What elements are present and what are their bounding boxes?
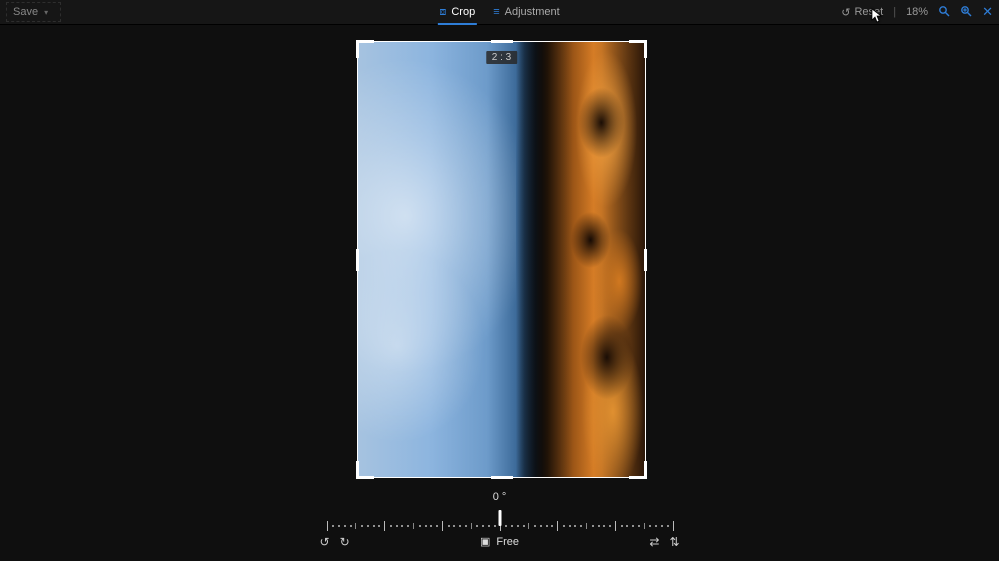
crop-frame[interactable]: 2 : 3	[357, 41, 646, 478]
aspect-ratio-icon: ▣	[480, 535, 490, 548]
save-label: Save	[13, 6, 38, 18]
photo-content-overlay	[536, 42, 645, 477]
tab-adjustment-label: Adjustment	[505, 6, 560, 18]
flip-vertical-button[interactable]: ⇅	[669, 535, 679, 549]
ruler-handle[interactable]	[498, 510, 501, 526]
crop-handle-right[interactable]	[644, 249, 647, 271]
chevron-down-icon: ▾	[44, 8, 48, 17]
reset-label: Reset	[854, 6, 883, 18]
photo-preview[interactable]	[357, 41, 646, 478]
flip-horizontal-button[interactable]: ⇄	[649, 535, 659, 549]
aspect-ratio-label: Free	[496, 536, 519, 548]
bottom-panel: 0 ° ↺ ↻ ▣ Free ⇄ ⇅	[0, 491, 999, 561]
crop-handle-bottom-left[interactable]	[356, 461, 359, 479]
save-button[interactable]: Save ▾	[6, 2, 61, 22]
tab-adjustment[interactable]: ≡ Adjustment	[493, 0, 559, 24]
crop-handle-left[interactable]	[356, 249, 359, 271]
editor-mode-tabs: ⧈ Crop ≡ Adjustment	[439, 0, 559, 24]
tab-crop-label: Crop	[451, 6, 475, 18]
top-toolbar: Save ▾ ⧈ Crop ≡ Adjustment ↺ Reset | 18%…	[0, 0, 999, 25]
adjustment-icon: ≡	[493, 6, 499, 18]
crop-handle-bottom[interactable]	[491, 476, 513, 479]
crop-handle-top[interactable]	[491, 40, 513, 43]
crop-icon: ⧈	[439, 6, 446, 19]
separator: |	[893, 6, 896, 18]
rotation-ruler[interactable]	[327, 509, 673, 529]
zoom-actual-icon[interactable]	[960, 5, 972, 20]
bottom-controls: ↺ ↻ ▣ Free ⇄ ⇅	[320, 535, 680, 555]
right-toolbar: ↺ Reset | 18% ✕	[841, 0, 993, 24]
close-button[interactable]: ✕	[982, 4, 993, 20]
crop-handle-top-right[interactable]	[644, 40, 647, 58]
aspect-ratio-button[interactable]: ▣ Free	[480, 535, 519, 548]
rotation-angle-label: 0 °	[493, 491, 507, 503]
tab-crop[interactable]: ⧈ Crop	[439, 0, 475, 24]
aspect-ratio-badge: 2 : 3	[486, 51, 517, 64]
rotate-ccw-button[interactable]: ↺	[320, 535, 330, 549]
zoom-fit-icon[interactable]	[938, 5, 950, 20]
undo-icon: ↺	[841, 6, 850, 19]
zoom-level-label: 18%	[906, 6, 928, 18]
reset-button[interactable]: ↺ Reset	[841, 6, 883, 19]
editor-canvas[interactable]: 2 : 3	[0, 24, 999, 491]
crop-handle-bottom-right[interactable]	[644, 461, 647, 479]
crop-handle-top-left[interactable]	[356, 40, 359, 58]
rotate-cw-button[interactable]: ↻	[340, 535, 350, 549]
